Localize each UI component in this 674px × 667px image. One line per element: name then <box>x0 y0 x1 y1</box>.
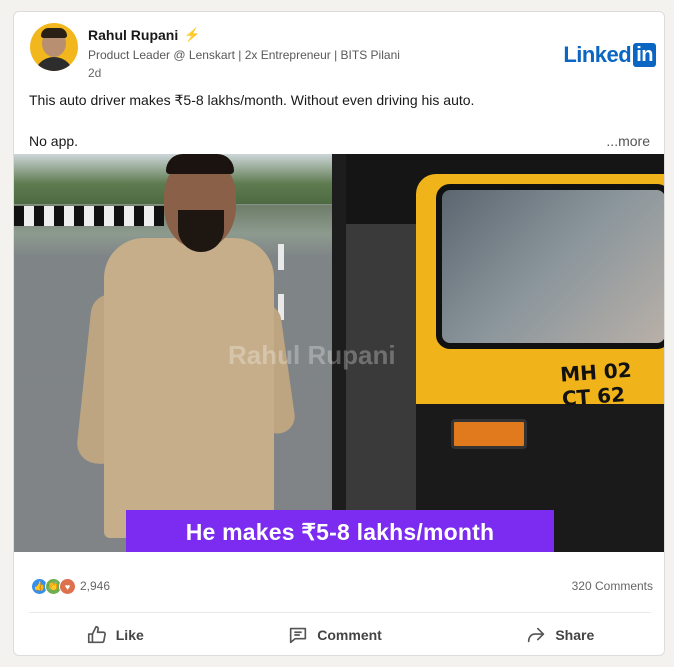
indicator-light <box>451 419 527 449</box>
image-caption-banner: He makes ₹5-8 lakhs/month <box>126 510 554 552</box>
post-time: 2d <box>88 66 102 80</box>
share-button[interactable]: Share <box>525 616 594 654</box>
driver-hair <box>166 154 234 174</box>
rickshaw-window <box>436 184 664 349</box>
post-text-line-2: No app. <box>29 133 79 149</box>
comment-icon <box>290 627 307 644</box>
bolt-icon: ⚡ <box>184 27 201 42</box>
share-icon <box>528 627 545 643</box>
comment-button[interactable]: Comment <box>287 616 382 654</box>
love-icon: ♥ <box>59 578 76 595</box>
like-button[interactable]: Like <box>86 616 144 654</box>
linkedin-logo: Linked in <box>563 42 656 68</box>
linkedin-in-icon: in <box>633 43 656 67</box>
reactions-count[interactable]: 2,946 <box>80 579 110 593</box>
share-label: Share <box>555 627 595 643</box>
post-image[interactable]: MH 02 CT 62 Rahul Rupani He makes ₹5-8 l… <box>14 154 664 552</box>
rickshaw-interior <box>346 224 416 552</box>
actions-divider <box>29 612 651 613</box>
avatar[interactable] <box>30 23 78 71</box>
reaction-icons[interactable]: 👍 👏 ♥ <box>31 578 76 595</box>
see-more-link[interactable]: ...more <box>606 133 650 149</box>
driver-shirt <box>104 238 274 538</box>
post-text-line-1: This auto driver makes ₹5-8 lakhs/month.… <box>29 92 475 108</box>
like-label: Like <box>115 627 144 643</box>
number-plate: MH 02 CT 62 <box>559 357 633 411</box>
comments-count[interactable]: 320 Comments <box>572 579 653 593</box>
linkedin-logo-text: Linked <box>563 42 632 67</box>
avatar-hair <box>41 28 67 38</box>
avatar-body <box>34 57 74 71</box>
author-name-text[interactable]: Rahul Rupani <box>88 27 178 43</box>
author-name[interactable]: Rahul Rupani ⚡ <box>88 27 200 43</box>
thumbs-up-icon <box>87 625 106 644</box>
lane-marking <box>278 244 284 270</box>
author-headline: Product Leader @ Lenskart | 2x Entrepren… <box>88 48 400 62</box>
comment-label: Comment <box>317 627 382 643</box>
image-watermark: Rahul Rupani <box>228 340 396 370</box>
road-divider-wall <box>14 206 164 226</box>
social-counts: 👍 👏 ♥ 2,946 320 Comments <box>14 560 664 596</box>
action-bar: Like Comment Share <box>14 616 664 654</box>
post-card: Rahul Rupani ⚡ Product Leader @ Lenskart… <box>13 11 665 656</box>
